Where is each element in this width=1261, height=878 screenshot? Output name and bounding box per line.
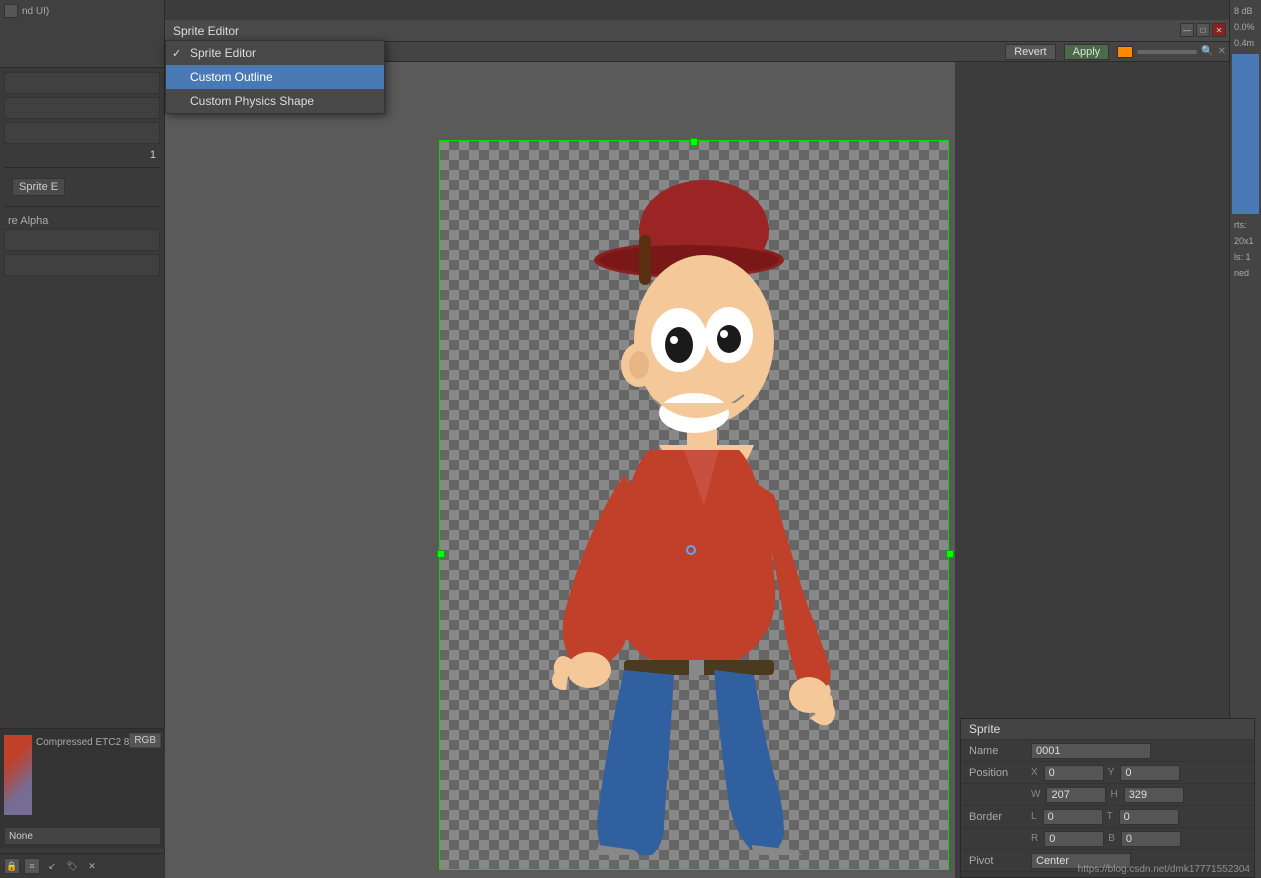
far-right-row-3: 0.4m [1232,36,1259,50]
arrow-icon[interactable]: ↙ [44,858,60,874]
sip-l-label: L [1031,811,1037,822]
far-right-row-4: rts: [1232,218,1259,232]
window-title: Sprite Editor [173,24,239,38]
watermark: https://blog.csdn.net/dmk17771552304 [1078,864,1250,875]
close-overlay-btn[interactable]: ✕ [1218,46,1226,57]
sip-w-input[interactable] [1046,787,1106,803]
bottom-icons: 🔒 ≡ ↙ 🏷 ✕ [4,858,161,874]
sip-w-label: W [1031,789,1040,800]
x-icon[interactable]: ✕ [84,858,100,874]
window-controls: — □ ✕ [1180,23,1226,37]
sip-position-field: X Y [1031,765,1254,781]
window-titlebar: Sprite Editor — □ ✕ [165,20,1230,42]
sprite-character [439,140,949,870]
sprite-info-panel: Sprite Name Position X Y W H Border L [960,718,1255,878]
panel-label: nd UI) [22,6,49,17]
sip-x-label: X [1031,767,1038,778]
texture-field[interactable] [4,229,160,251]
sprite-btn-row: Sprite E [4,172,160,202]
divider-2 [4,206,160,207]
sprite-editor-btn[interactable]: Sprite E [12,178,65,196]
tag-icon[interactable]: 🏷 [64,858,80,874]
character-svg [494,155,894,855]
sip-h-label: H [1110,789,1117,800]
dropdown-item-sprite-editor[interactable]: Sprite Editor [166,41,384,65]
left-panel-top: nd UI) [0,0,164,68]
lp-field-3[interactable] [4,122,160,144]
sip-b-input[interactable] [1121,831,1181,847]
lp-field-2[interactable] [4,97,160,119]
sip-t-label: T [1107,811,1113,822]
list-icon[interactable]: ≡ [24,858,40,874]
sip-t-input[interactable] [1119,809,1179,825]
sip-b-label: B [1108,833,1115,844]
dropdown-item-custom-physics[interactable]: Custom Physics Shape [166,89,384,113]
handle-left-middle[interactable] [437,550,445,558]
left-panel-content: 1 Sprite E re Alpha [0,68,164,283]
color-swatch[interactable] [1117,46,1133,58]
left-panel: nd UI) 1 Sprite E re Alpha RGB [0,0,165,878]
far-right-row-1: 8 dB [1232,4,1259,18]
far-right-row-2: 0.0% [1232,20,1259,34]
sip-name-input[interactable] [1031,743,1151,759]
lp-number: 1 [150,149,156,161]
panel-icon [4,4,18,18]
revert-btn[interactable]: Revert [1005,44,1055,60]
menu-bar-right: Revert Apply 🔍 ✕ [1005,42,1226,61]
color-controls: 🔍 ✕ [1117,46,1226,58]
handle-top-center[interactable] [690,138,698,146]
sip-y-label: Y [1108,767,1115,778]
sip-border-label: Border [961,811,1031,823]
sip-pivot-label: Pivot [961,855,1031,867]
handle-right-middle[interactable] [946,550,954,558]
far-right-row-6: ls: 1 [1232,250,1259,264]
sip-name-label: Name [961,745,1031,757]
sip-h-input[interactable] [1124,787,1184,803]
dropdown-item-custom-outline[interactable]: Custom Outline [166,65,384,89]
close-btn[interactable]: ✕ [1212,23,1226,37]
dropdown-row: None [0,825,165,847]
zoom-slider[interactable] [1137,50,1197,54]
sip-header: Sprite [961,719,1254,740]
canvas-area [165,62,955,878]
sip-border-field: L T [1031,809,1254,825]
texture-field-2[interactable] [4,254,160,276]
handle-center-pivot[interactable] [686,545,696,555]
sip-r-label: R [1031,833,1038,844]
zoom-icon[interactable]: 🔍 [1201,46,1213,57]
lock-icon[interactable]: 🔒 [4,858,20,874]
sip-name-field [1031,743,1254,759]
texture-thumbnail [4,735,32,815]
far-right-row-7: ned [1232,266,1259,280]
sip-name-row: Name [961,740,1254,762]
sip-x-input[interactable] [1044,765,1104,781]
sip-position-label: Position [961,767,1031,779]
lp-number-row: 1 [4,147,160,163]
dropdown-select[interactable]: None [4,827,161,845]
sip-size-field: W H [1031,787,1254,803]
sip-border2-field: R B [1031,831,1254,847]
sip-border2-row: R B [961,828,1254,850]
texture-label: re Alpha [8,215,48,227]
maximize-btn[interactable]: □ [1196,23,1210,37]
sip-position-row: Position X Y [961,762,1254,784]
texture-label-row: re Alpha [4,211,160,229]
texture-strip: RGB Compressed ETC2 8 bits( None [0,728,165,848]
dropdown-menu: Sprite Editor Custom Outline Custom Phys… [165,40,385,114]
apply-btn[interactable]: Apply [1064,44,1110,60]
dropdown-label: None [9,831,33,842]
rgb-badge: RGB [129,733,161,748]
lp-field-1[interactable] [4,72,160,94]
sip-r-input[interactable] [1044,831,1104,847]
minimize-btn[interactable]: — [1180,23,1194,37]
far-right-row-5: 20x1 [1232,234,1259,248]
blue-scrollbar[interactable] [1232,54,1259,214]
sip-y-input[interactable] [1120,765,1180,781]
bottom-bar: 🔒 ≡ ↙ 🏷 ✕ [0,853,165,878]
sip-border-row: Border L T [961,806,1254,828]
sip-size-row: W H [961,784,1254,806]
sip-l-input[interactable] [1043,809,1103,825]
divider-1 [4,167,160,168]
